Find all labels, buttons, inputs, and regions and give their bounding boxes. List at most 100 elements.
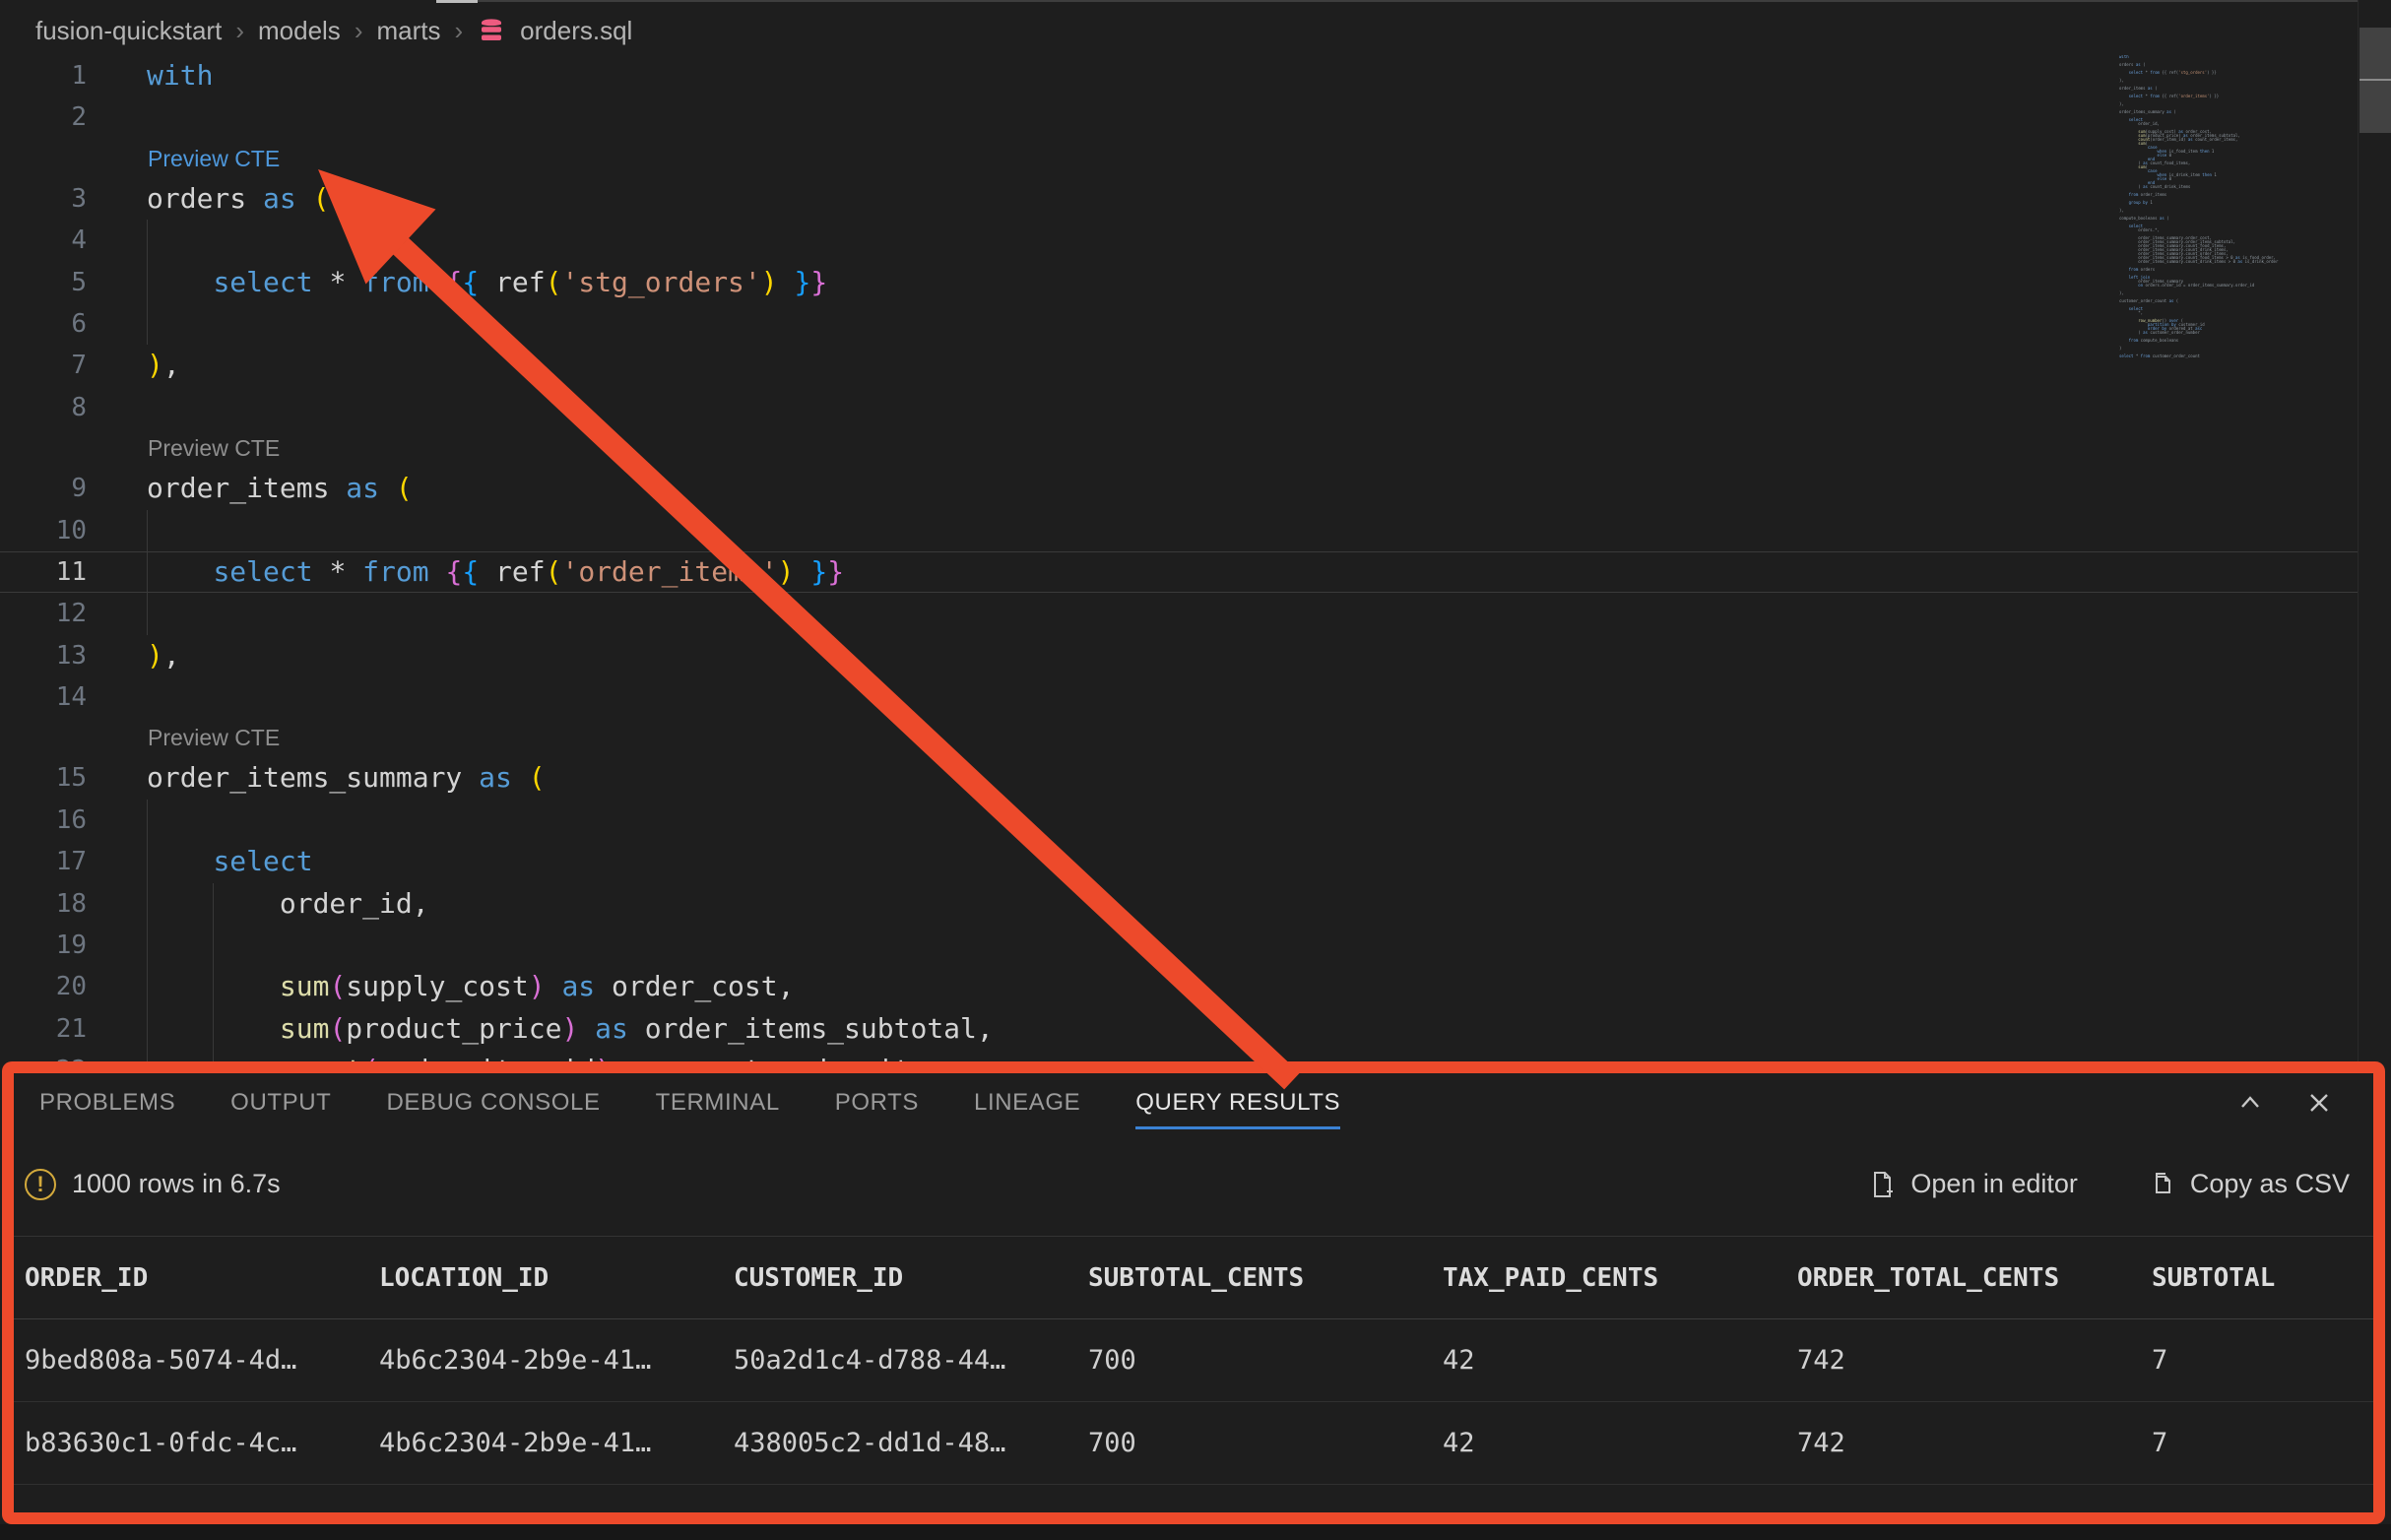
breadcrumb-separator: ›	[355, 16, 363, 46]
tab-query-results[interactable]: QUERY RESULTS	[1135, 1073, 1340, 1132]
table-row[interactable]: b83630c1-0fdc-4c…4b6c2304-2b9e-41…438005…	[14, 1402, 2373, 1485]
breadcrumb-file-name[interactable]: orders.sql	[520, 16, 632, 46]
column-header: CUSTOMER_ID	[734, 1263, 1088, 1293]
code-line[interactable]: 9order_items as (	[0, 468, 2358, 509]
line-number: 6	[0, 303, 87, 345]
table-row[interactable]: 3b4a03db-7b23-46…4b6c2304-2b9e-41…526126…	[14, 1485, 2373, 1524]
code-line[interactable]: 7),	[0, 345, 2358, 386]
panel-tab-bar: PROBLEMS OUTPUT DEBUG CONSOLE TERMINAL PORTS…	[14, 1073, 2373, 1132]
line-number: 3	[0, 178, 87, 220]
code-line[interactable]: 3orders as (	[0, 178, 2358, 220]
indent-guide	[147, 220, 148, 261]
codelens-preview-cte[interactable]: Preview CTE	[148, 428, 2358, 468]
code-line[interactable]: 13),	[0, 635, 2358, 676]
line-number: 8	[0, 387, 87, 428]
results-table: ORDER_IDLOCATION_IDCUSTOMER_IDSUBTOTAL_C…	[14, 1236, 2373, 1524]
code-line[interactable]: 14	[0, 676, 2358, 718]
tab-lineage[interactable]: LINEAGE	[974, 1073, 1080, 1132]
tab-edge-highlight	[436, 0, 478, 3]
tab-output[interactable]: OUTPUT	[230, 1073, 331, 1132]
line-number: 13	[0, 635, 87, 676]
code-line[interactable]: 12	[0, 593, 2358, 634]
code-line[interactable]: 8	[0, 387, 2358, 428]
tab-ports[interactable]: PORTS	[835, 1073, 919, 1132]
code-editor[interactable]: 1with2Preview CTE3orders as (45 select *…	[0, 55, 2358, 1092]
breadcrumb-item-marts[interactable]: marts	[376, 16, 440, 46]
breadcrumb-separator: ›	[454, 16, 463, 46]
table-row[interactable]: 9bed808a-5074-4d…4b6c2304-2b9e-41…50a2d1…	[14, 1319, 2373, 1402]
line-number: 7	[0, 345, 87, 386]
line-number: 12	[0, 593, 87, 634]
indent-guide	[213, 883, 214, 925]
cell: 700	[1088, 1345, 1443, 1376]
minimap-content: with orders as ( select * from {{ ref('s…	[2119, 55, 2358, 358]
line-text: select	[147, 841, 313, 882]
indent-guide	[147, 262, 148, 303]
line-number: 15	[0, 757, 87, 799]
code-line[interactable]: 15 order_items_summary as (	[0, 757, 2358, 799]
editor-scrollbar[interactable]	[2358, 0, 2391, 1061]
line-number: 1	[0, 55, 87, 96]
code-line[interactable]: 21 sum(product_price) as order_items_sub…	[0, 1008, 2358, 1050]
database-icon	[477, 16, 506, 45]
cell: 7	[2152, 1510, 2373, 1524]
cell: 742	[1797, 1345, 2152, 1376]
indent-guide	[147, 303, 148, 345]
codelens-preview-cte[interactable]: Preview CTE	[148, 718, 2358, 757]
breadcrumb-separator: ›	[235, 16, 244, 46]
code-line[interactable]: 4	[0, 220, 2358, 261]
column-header: LOCATION_ID	[379, 1263, 734, 1293]
cell: 742	[1797, 1428, 2152, 1458]
warning-icon: !	[25, 1169, 56, 1200]
code-line[interactable]: 17 select	[0, 841, 2358, 882]
line-number: 5	[0, 262, 87, 303]
indent-guide	[147, 1008, 148, 1050]
codelens-preview-cte[interactable]: Preview CTE	[148, 139, 2358, 178]
line-number: 20	[0, 966, 87, 1007]
scrollbar-thumb[interactable]	[2359, 28, 2391, 133]
breadcrumb: fusion-quickstart › models › marts › ord…	[35, 12, 632, 49]
code-line[interactable]: 11 select * from {{ ref('order_items') }…	[0, 551, 2358, 593]
open-in-editor-button[interactable]: Open in editor	[1867, 1169, 2078, 1199]
code-line[interactable]: 2	[0, 96, 2358, 138]
code-line[interactable]: 10	[0, 510, 2358, 551]
breadcrumb-item-models[interactable]: models	[258, 16, 341, 46]
cell: 4b6c2304-2b9e-41…	[379, 1428, 734, 1458]
breadcrumb-item-project[interactable]: fusion-quickstart	[35, 16, 222, 46]
line-text: order_items as (	[147, 468, 413, 509]
tab-terminal[interactable]: TERMINAL	[656, 1073, 780, 1132]
indent-guide	[147, 551, 148, 593]
line-number: 21	[0, 1008, 87, 1050]
line-number: 14	[0, 676, 87, 718]
cell: 700	[1088, 1428, 1443, 1458]
line-text: order_id,	[147, 883, 429, 925]
cell: 3b4a03db-7b23-46…	[25, 1510, 379, 1524]
code-line[interactable]: 1with	[0, 55, 2358, 96]
column-header: SUBTOTAL	[2152, 1263, 2373, 1293]
code-line[interactable]: 18 order_id,	[0, 883, 2358, 925]
tab-problems[interactable]: PROBLEMS	[39, 1073, 175, 1132]
close-icon[interactable]	[2304, 1088, 2334, 1118]
indent-guide	[213, 925, 214, 966]
code-line[interactable]: 20 sum(supply_cost) as order_cost,	[0, 966, 2358, 1007]
query-status: ! 1000 rows in 6.7s	[25, 1169, 281, 1200]
indent-guide	[147, 593, 148, 634]
indent-guide	[147, 510, 148, 551]
copy-as-csv-button[interactable]: Copy as CSV	[2147, 1169, 2350, 1199]
code-line[interactable]: 6	[0, 303, 2358, 345]
code-line[interactable]: 16	[0, 800, 2358, 841]
code-line[interactable]: 5 select * from {{ ref('stg_orders') }}	[0, 262, 2358, 303]
line-text: order_items_summary as (	[147, 757, 546, 799]
line-number: 19	[0, 925, 87, 966]
code-line[interactable]: 19	[0, 925, 2358, 966]
query-results-panel: PROBLEMS OUTPUT DEBUG CONSOLE TERMINAL PORTS…	[2, 1061, 2385, 1524]
line-text: select * from {{ ref('order_items') }}	[147, 551, 844, 593]
copy-icon	[2147, 1170, 2176, 1199]
tab-debug-console[interactable]: DEBUG CONSOLE	[386, 1073, 600, 1132]
line-text: sum(supply_cost) as order_cost,	[147, 966, 794, 1007]
line-number: 2	[0, 96, 87, 138]
minimap[interactable]: with orders as ( select * from {{ ref('s…	[2119, 55, 2358, 370]
toolbar-actions: Open in editor Copy as CSV	[1867, 1169, 2350, 1199]
chevron-up-icon[interactable]	[2235, 1088, 2265, 1118]
cell: 700	[1088, 1510, 1443, 1524]
